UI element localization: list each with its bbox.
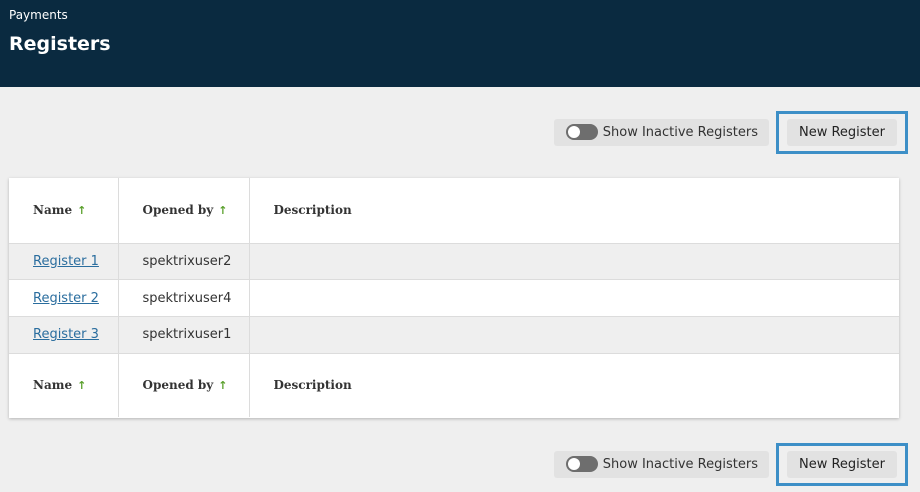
column-header-description: Description xyxy=(249,178,899,243)
page-title: Registers xyxy=(9,33,111,55)
registers-table-card: Name ↑ Opened by ↑ Description Register 1 … xyxy=(9,178,899,418)
register-link[interactable]: Register 2 xyxy=(33,291,99,306)
bottom-toolbar: Show Inactive Registers New Register xyxy=(553,442,908,486)
cell-opened-by: spektrixuser4 xyxy=(118,279,250,317)
toggle-knob xyxy=(567,458,580,470)
new-register-button[interactable]: New Register xyxy=(786,118,897,146)
show-inactive-label: Show Inactive Registers xyxy=(602,124,758,140)
registers-table: Name ↑ Opened by ↑ Description Register 1 … xyxy=(9,178,899,418)
show-inactive-label: Show Inactive Registers xyxy=(602,456,758,472)
column-footer-name[interactable]: Name ↑ xyxy=(9,352,119,418)
register-link[interactable]: Register 1 xyxy=(33,254,99,269)
cell-description xyxy=(249,279,899,317)
toggle-switch-icon[interactable] xyxy=(565,124,598,140)
column-header-label: Name xyxy=(33,203,73,218)
column-footer-label: Opened by xyxy=(142,378,214,393)
table-row: Register 2 spektrixuser4 xyxy=(9,279,899,317)
column-footer-opened-by[interactable]: Opened by ↑ xyxy=(118,352,250,418)
table-footer-row: Name ↑ Opened by ↑ Description xyxy=(9,352,899,418)
page-header: Payments Registers xyxy=(0,0,920,87)
toggle-switch-icon[interactable] xyxy=(565,456,598,472)
sort-arrow-icon[interactable]: ↑ xyxy=(218,379,227,392)
cell-name: Register 3 xyxy=(9,315,119,354)
show-inactive-toggle[interactable]: Show Inactive Registers xyxy=(553,450,769,478)
column-header-label: Opened by xyxy=(142,203,214,218)
show-inactive-toggle[interactable]: Show Inactive Registers xyxy=(553,118,769,146)
sort-arrow-icon[interactable]: ↑ xyxy=(77,379,86,392)
sort-arrow-icon[interactable]: ↑ xyxy=(218,204,227,217)
table-row: Register 3 spektrixuser1 xyxy=(9,315,899,354)
cell-description xyxy=(249,242,899,280)
new-register-highlight: New Register xyxy=(775,442,908,486)
table-header-row: Name ↑ Opened by ↑ Description xyxy=(9,178,899,243)
column-footer-label: Description xyxy=(273,378,352,393)
table-row: Register 1 spektrixuser2 xyxy=(9,242,899,280)
cell-opened-by: spektrixuser1 xyxy=(118,315,250,354)
cell-name: Register 2 xyxy=(9,279,119,317)
top-toolbar: Show Inactive Registers New Register xyxy=(553,110,908,154)
column-header-name[interactable]: Name ↑ xyxy=(9,178,119,243)
column-header-label: Description xyxy=(273,203,352,218)
toggle-knob xyxy=(567,126,580,138)
cell-description xyxy=(249,315,899,354)
new-register-highlight: New Register xyxy=(775,110,908,154)
sort-arrow-icon[interactable]: ↑ xyxy=(77,204,86,217)
column-header-opened-by[interactable]: Opened by ↑ xyxy=(118,178,250,243)
cell-name: Register 1 xyxy=(9,242,119,280)
cell-opened-by: spektrixuser2 xyxy=(118,242,250,280)
column-footer-description: Description xyxy=(249,352,899,418)
column-footer-label: Name xyxy=(33,378,73,393)
breadcrumb[interactable]: Payments xyxy=(9,8,68,22)
register-link[interactable]: Register 3 xyxy=(33,327,99,342)
new-register-button[interactable]: New Register xyxy=(786,450,897,478)
